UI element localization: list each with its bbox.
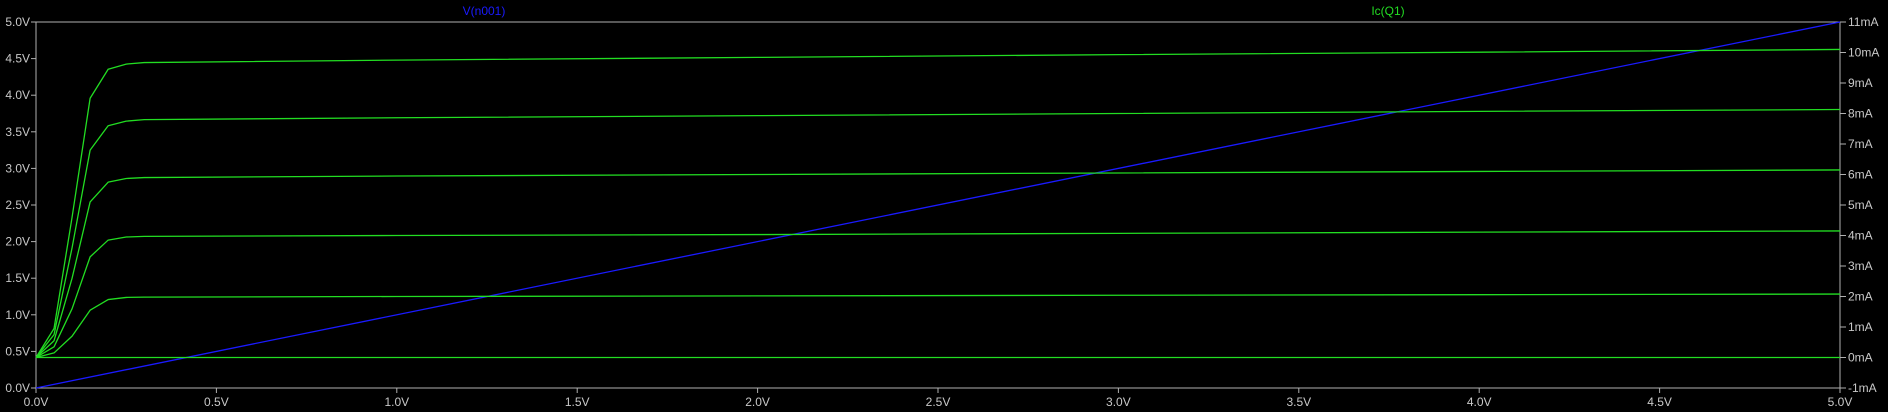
legend-entry-vn001[interactable]: V(n001) [463,4,506,18]
x-tick-label: 2.0V [745,395,770,409]
y-right-tick-label: -1mA [1848,381,1877,395]
x-tick-label: 0.5V [204,395,229,409]
y-left-tick-label: 2.0V [5,235,30,249]
x-tick-label: 1.5V [565,395,590,409]
y-left-tick-label: 4.0V [5,88,30,102]
y-left-tick-label: 5.0V [5,15,30,29]
y-right-tick-label: 10mA [1848,46,1879,60]
y-right-tick-label: 8mA [1848,107,1873,121]
y-left-tick-label: 3.0V [5,161,30,175]
x-tick-label: 0.0V [24,395,49,409]
legend-entry-icq1[interactable]: Ic(Q1) [1371,4,1404,18]
y-left-tick-label: 2.5V [5,198,30,212]
y-right-tick-label: 7mA [1848,137,1873,151]
y-right-tick-label: 4mA [1848,229,1873,243]
x-tick-label: 2.5V [926,395,951,409]
x-tick-label: 3.5V [1286,395,1311,409]
y-right-tick-label: 6mA [1848,168,1873,182]
y-left-tick-label: 0.0V [5,381,30,395]
y-right-tick-label: 5mA [1848,198,1873,212]
y-right-tick-label: 1mA [1848,320,1873,334]
y-right-tick-label: 3mA [1848,259,1873,273]
y-right-tick-label: 11mA [1848,15,1878,29]
x-tick-label: 4.0V [1467,395,1492,409]
x-tick-label: 4.5V [1647,395,1672,409]
x-tick-label: 5.0V [1828,395,1853,409]
y-left-tick-label: 1.0V [5,308,30,322]
y-right-tick-label: 2mA [1848,290,1873,304]
y-left-tick-label: 3.5V [5,125,30,139]
y-left-tick-label: 4.5V [5,52,30,66]
y-right-tick-label: 0mA [1848,351,1873,365]
y-left-tick-label: 1.5V [5,271,30,285]
x-tick-label: 3.0V [1106,395,1131,409]
plot-area[interactable]: 0.0V 0.5V 1.0V 1.5V 2.0V 2.5V 3.0V 3.5V 4.0V 4.5V… [0,0,1888,412]
y-left-tick-label: 0.5V [5,344,30,358]
x-tick-label: 1.0V [384,395,409,409]
y-right-tick-label: 9mA [1848,76,1873,90]
